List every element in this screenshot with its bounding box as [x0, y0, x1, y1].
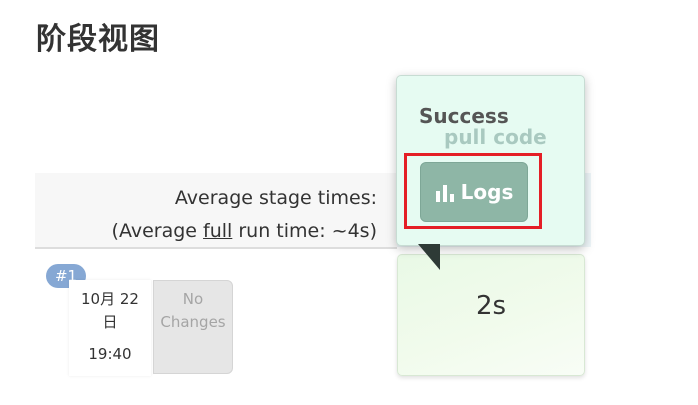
build-time: 19:40	[88, 345, 132, 363]
bar-chart-icon	[435, 183, 455, 202]
stage-duration: 2s	[475, 291, 507, 321]
popover-stage-name: pull code	[444, 125, 547, 149]
average-run-prefix: (Average	[111, 220, 204, 242]
logs-button[interactable]: Logs	[420, 162, 528, 222]
table-header-row: Average stage times: (Average full run t…	[35, 173, 397, 249]
page-title: 阶段视图	[36, 22, 160, 57]
build-row: #1 10月 22 日 19:40 No Changes 2s	[35, 250, 591, 378]
average-run-time: (Average full run time: ~4s)	[112, 220, 377, 242]
build-card[interactable]: 10月 22 日 19:40	[69, 280, 151, 376]
average-run-suffix: run time: ~4s)	[232, 220, 377, 242]
build-date: 10月 22 日	[81, 290, 139, 331]
stage-cell-pull-code[interactable]: 2s	[397, 254, 585, 376]
popover-arrow	[418, 244, 440, 270]
full-run-link[interactable]: full	[203, 220, 232, 242]
logs-button-label: Logs	[460, 180, 514, 204]
changes-card[interactable]: No Changes	[153, 280, 233, 374]
stage-popover: Success pull code Logs	[396, 75, 585, 246]
average-stage-times-label: Average stage times:	[174, 187, 377, 209]
